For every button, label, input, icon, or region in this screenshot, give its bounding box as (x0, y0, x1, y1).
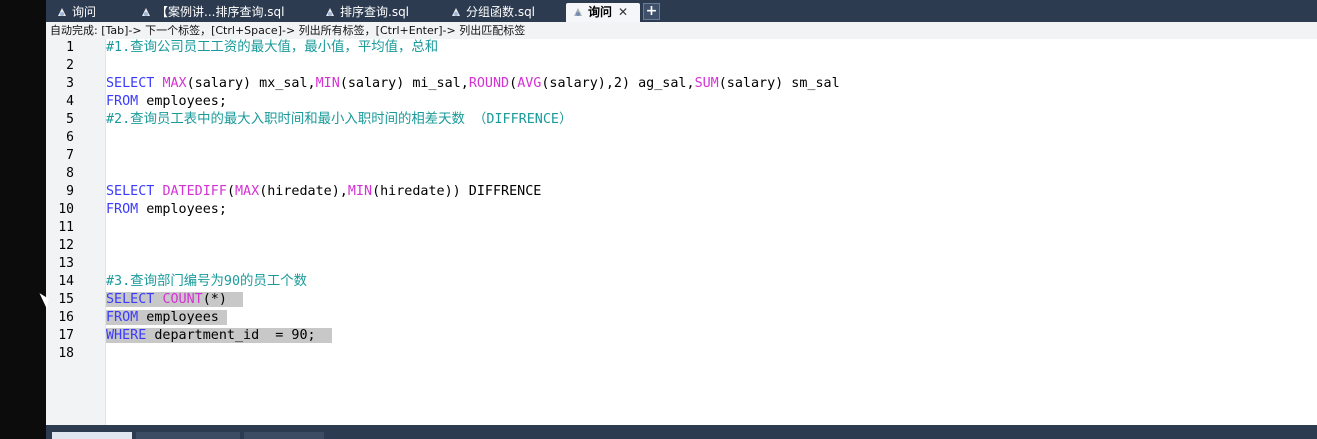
tab-label: 分组函数.sql (466, 5, 536, 19)
autocomplete-hint-bar: 自动完成: [Tab]-> 下一个标签，[Ctrl+Space]-> 列出所有标… (46, 22, 1317, 39)
tab-label: 询问 (72, 5, 97, 19)
line-number: 14 (58, 274, 74, 289)
code-comment: #2.查询员工表中的最大入职时间和最小入职时间的相差天数 （DIFFRENCE） (106, 112, 573, 127)
line-number-gutter: 1 2 3 4 5 6 7 8 9 10 11 12 13 14 15 16 1… (46, 39, 106, 425)
close-icon[interactable]: ✕ (618, 5, 628, 19)
code-comment: #1.查询公司员工工资的最大值，最小值，平均值，总和 (106, 40, 439, 55)
keyword: FROM (106, 310, 139, 325)
code-text: (*) (202, 292, 227, 307)
tab-label: 询问 (588, 5, 613, 19)
tab-query-1[interactable]: 询问 (50, 3, 96, 22)
function-name: MIN (347, 184, 373, 199)
bottom-panel-tab-bar (46, 425, 1317, 439)
line-number: 4 (66, 94, 74, 109)
code-comment: #3.查询部门编号为90的员工个数 (106, 274, 307, 289)
code-text: ( (509, 76, 518, 91)
keyword: SELECT (106, 76, 163, 91)
query-file-icon (56, 5, 68, 17)
line-number: 12 (58, 238, 74, 253)
line-number: 16 (58, 310, 74, 325)
code-text: (salary),2) ag_sal, (541, 76, 695, 91)
keyword: FROM (106, 94, 139, 109)
line-number: 17 (58, 328, 74, 343)
function-name: MAX (162, 76, 187, 91)
query-file-icon (324, 5, 336, 17)
code-text: ( (226, 184, 235, 199)
bottom-tab[interactable] (136, 432, 240, 439)
query-file-icon (450, 5, 462, 17)
tab-case-sort-query[interactable]: 【案例讲...排序查询.sql (134, 3, 284, 22)
new-tab-button[interactable]: + (643, 3, 660, 20)
bottom-tab-active[interactable] (52, 432, 132, 439)
function-name: ROUND (468, 76, 510, 91)
bottom-tab[interactable] (244, 432, 324, 439)
function-name: DATEDIFF (162, 184, 227, 199)
line-number: 18 (58, 346, 74, 361)
function-name: SUM (694, 76, 719, 91)
line-number: 10 (58, 202, 74, 217)
code-text: (salary) mx_sal, (186, 76, 316, 91)
line-number: 8 (66, 166, 74, 181)
line-number: 6 (66, 130, 74, 145)
tab-sort-query[interactable]: 排序查询.sql (318, 3, 409, 22)
code-line-from: FROM employees (106, 309, 227, 327)
function-name: COUNT (162, 292, 203, 307)
line-number: 3 (66, 76, 74, 91)
code-text: employees; (138, 94, 227, 109)
tab-label: 【案例讲...排序查询.sql (156, 5, 285, 19)
query-file-icon (572, 5, 584, 17)
code-line-from: FROM employees; (106, 93, 227, 111)
query-file-icon (140, 5, 152, 17)
code-line-select-datediff: SELECT DATEDIFF(MAX(hiredate),MIN(hireda… (106, 183, 541, 201)
code-line-from: FROM employees; (106, 201, 227, 219)
code-line-select-aggregates: SELECT MAX(salary) mx_sal,MIN(salary) mi… (106, 75, 840, 93)
tab-query-active[interactable]: 询问 ✕ (566, 3, 640, 22)
tab-label: 排序查询.sql (340, 5, 410, 19)
line-number: 11 (58, 220, 74, 235)
editor-tab-bar: 询问 【案例讲...排序查询.sql 排序查询.sql 分组函数.sql 询问 ✕… (46, 0, 1317, 22)
line-number: 2 (66, 58, 74, 73)
line-number: 5 (66, 112, 74, 127)
code-line-where: WHERE department_id = 90; (106, 327, 332, 345)
keyword: WHERE (106, 328, 147, 343)
line-number: 9 (66, 184, 74, 199)
function-name: AVG (517, 76, 542, 91)
line-number: 7 (66, 148, 74, 163)
function-name: MIN (315, 76, 340, 91)
code-text: (salary) mi_sal, (339, 76, 469, 91)
keyword: SELECT (106, 184, 163, 199)
sql-editor[interactable]: 1 2 3 4 5 6 7 8 9 10 11 12 13 14 15 16 1… (46, 39, 1317, 425)
code-text: department_id = 90; (146, 328, 316, 343)
code-line-select-count: SELECT COUNT(*) (106, 291, 244, 309)
code-text: (hiredate), (259, 184, 348, 199)
code-text: (hiredate)) DIFFRENCE (372, 184, 542, 199)
line-number: 1 (66, 40, 74, 55)
code-text: employees (138, 310, 219, 325)
keyword: SELECT (106, 292, 163, 307)
tab-group-functions[interactable]: 分组函数.sql (444, 3, 535, 22)
left-edge-strip (0, 0, 46, 439)
keyword: FROM (106, 202, 139, 217)
line-number: 13 (58, 256, 74, 271)
code-text: employees; (138, 202, 227, 217)
function-name: MAX (235, 184, 260, 199)
code-text: (salary) sm_sal (718, 76, 840, 91)
